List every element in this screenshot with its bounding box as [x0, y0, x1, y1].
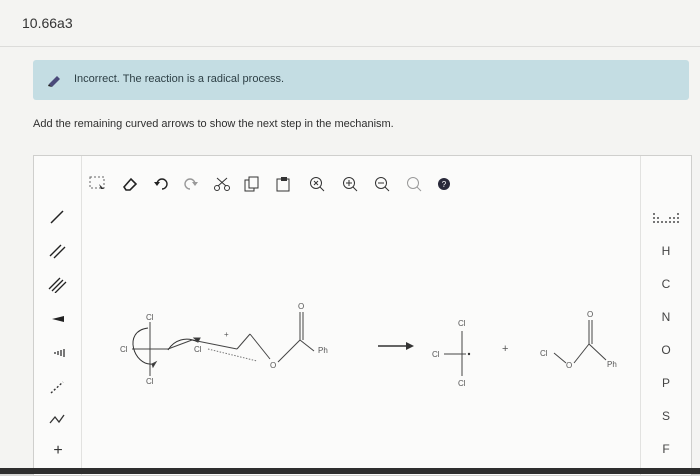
reactant-cl-bottom: Cl — [146, 377, 154, 386]
product2-ph: Ph — [607, 360, 617, 369]
reactant-ph: Ph — [318, 346, 328, 355]
reactant-molecule[interactable] — [132, 312, 315, 376]
charge-plus-icon[interactable]: + — [44, 440, 72, 462]
lasso-icon[interactable] — [403, 173, 425, 195]
product2-molecule[interactable] — [553, 320, 607, 364]
wedge-bond-icon[interactable] — [44, 308, 72, 330]
help-icon[interactable]: ? — [433, 173, 455, 195]
product1-cl-left: Cl — [432, 350, 440, 359]
triple-bond-icon[interactable] — [44, 274, 72, 296]
instruction-text: Add the remaining curved arrows to show … — [33, 118, 394, 130]
single-bond-icon[interactable] — [44, 206, 72, 228]
reactant-o-ether: O — [270, 361, 276, 370]
copy-icon[interactable] — [241, 173, 263, 195]
question-page: 10.66a3 Incorrect. The reaction is a rad… — [0, 0, 700, 476]
periodic-table-icon[interactable] — [651, 210, 681, 226]
dashed-bond-icon[interactable] — [44, 376, 72, 398]
product1-cl-bottom: Cl — [458, 379, 466, 388]
hash-bond-icon[interactable] — [44, 342, 72, 364]
redo-icon[interactable] — [179, 173, 201, 195]
element-s[interactable]: S — [651, 409, 681, 423]
drawing-canvas[interactable]: Cl Cl Cl Cl Ph O O + Cl Cl Cl + Cl O O P… — [82, 216, 640, 466]
reactant-cl-left: Cl — [120, 345, 128, 354]
svg-text:?: ? — [442, 180, 447, 189]
molecule-editor[interactable]: ? + H C N O P S F Cl Cl Cl Cl Ph O O + C… — [33, 155, 692, 476]
editor-toolbar: ? — [81, 173, 641, 197]
bond-toolbar: + — [34, 156, 82, 475]
plus-sign: + — [502, 343, 508, 355]
element-p[interactable]: P — [651, 376, 681, 390]
element-f[interactable]: F — [651, 442, 681, 456]
zoom-in-icon[interactable] — [339, 173, 361, 195]
undo-icon[interactable] — [151, 173, 173, 195]
chain-tool-icon[interactable] — [44, 408, 72, 430]
zoom-reset-icon[interactable] — [306, 173, 328, 195]
feedback-banner: Incorrect. The reaction is a radical pro… — [33, 60, 689, 100]
question-header: 10.66a3 — [0, 0, 700, 47]
zoom-out-icon[interactable] — [371, 173, 393, 195]
feedback-message: Incorrect. The reaction is a radical pro… — [74, 73, 285, 85]
eraser-icon[interactable] — [119, 173, 141, 195]
pencil-icon — [48, 76, 60, 87]
product1-molecule[interactable] — [444, 331, 466, 376]
element-n[interactable]: N — [651, 310, 681, 324]
paste-icon[interactable] — [273, 173, 295, 195]
element-toolbar: H C N O P S F — [640, 156, 691, 475]
reactant-o-carbonyl: O — [298, 302, 304, 311]
reaction-arrow — [378, 342, 414, 350]
product2-cl-left: Cl — [540, 349, 548, 358]
element-c[interactable]: C — [651, 277, 681, 291]
product1-cl-top: Cl — [458, 319, 466, 328]
reactant-cl-mid: Cl — [194, 345, 202, 354]
product2-o-ether: O — [566, 361, 572, 370]
product2-o-carbonyl: O — [587, 310, 593, 319]
reactant-cl-top: Cl — [146, 313, 154, 322]
element-o[interactable]: O — [651, 343, 681, 357]
element-h[interactable]: H — [651, 244, 681, 258]
marquee-select-icon[interactable] — [87, 173, 109, 195]
double-bond-icon[interactable] — [44, 240, 72, 262]
bottom-edge — [0, 468, 700, 474]
question-id: 10.66a3 — [22, 15, 73, 31]
reactant-radical-plus: + — [224, 330, 229, 339]
cut-icon[interactable] — [211, 173, 233, 195]
